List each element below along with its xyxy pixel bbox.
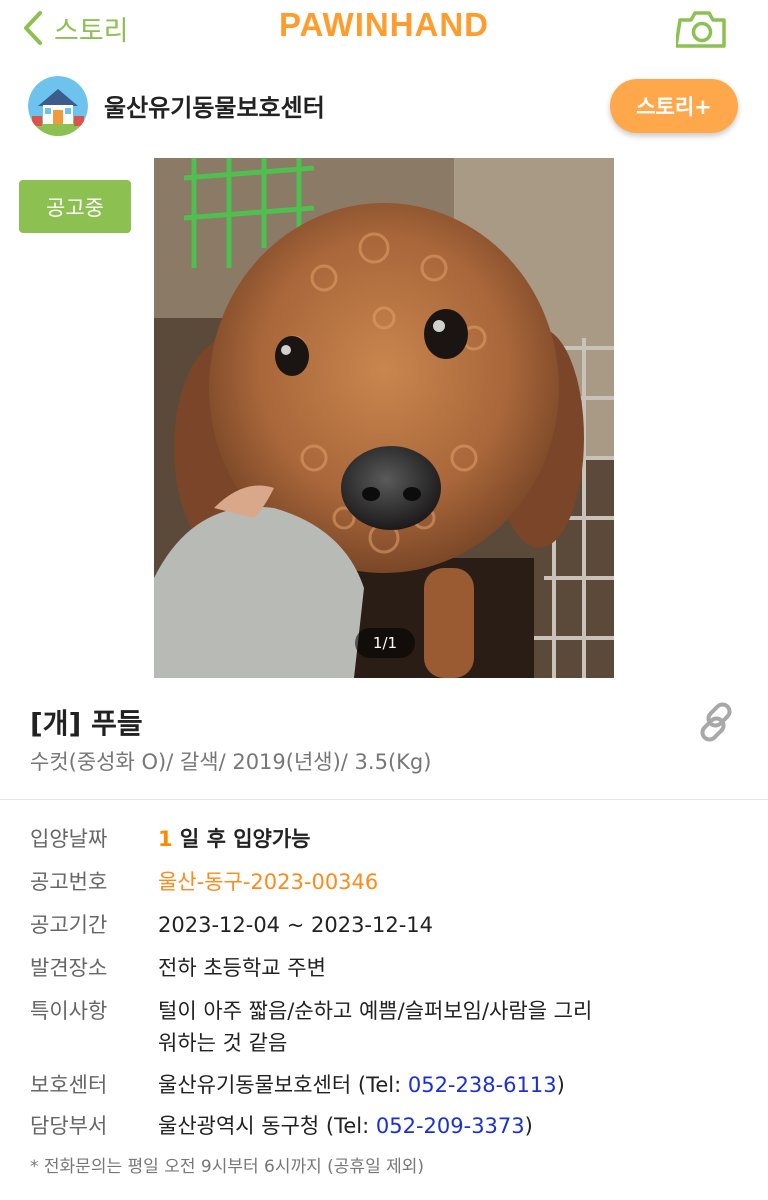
share-link-button[interactable] — [692, 698, 740, 746]
department-tel-close: ) — [524, 1114, 533, 1138]
link-icon — [700, 702, 732, 742]
info-label: 공고번호 — [30, 870, 108, 894]
animal-summary: 수컷(중성화 O)/ 갈색/ 2019(년생)/ 3.5(Kg) — [30, 750, 432, 774]
shelter-tel-link[interactable]: 052-238-6113 — [408, 1073, 557, 1097]
divider — [0, 799, 768, 800]
info-label: 보호센터 — [30, 1073, 108, 1097]
animal-photo[interactable]: 1/1 — [154, 158, 614, 678]
adoption-suffix: 일 후 입양가능 — [172, 827, 311, 851]
department-tel-link[interactable]: 052-209-3373 — [376, 1114, 525, 1138]
notice-period: 2023-12-04 ~ 2023-12-14 — [158, 913, 434, 937]
shelter-center: 울산유기동물보호센터 (Tel: 052-238-6113) — [158, 1069, 678, 1101]
info-label: 담당부서 — [30, 1114, 108, 1138]
info-label: 입양날짜 — [30, 827, 108, 851]
photo-counter: 1/1 — [355, 628, 415, 658]
remarks-line-1: 털이 아주 짧음/순하고 예쁨/슬퍼보임/사람을 그리 — [158, 999, 593, 1023]
poodle-photo — [154, 158, 614, 678]
notice-number: 울산-동구-2023-00346 — [158, 870, 379, 894]
status-badge: 공고중 — [19, 180, 131, 233]
shelter-name[interactable]: 울산유기동물보호센터 — [104, 88, 325, 123]
house-icon — [28, 76, 88, 136]
info-value: 1 일 후 입양가능 — [158, 823, 678, 855]
brand-logo: PAWINHAND — [278, 6, 490, 43]
shelter-avatar[interactable] — [28, 76, 88, 136]
info-label: 공고기간 — [30, 913, 108, 937]
shelter-tel-close: ) — [556, 1073, 565, 1097]
camera-icon — [674, 11, 726, 48]
shelter-center-name: 울산유기동물보호센터 (Tel: — [158, 1073, 408, 1097]
story-plus-button[interactable]: 스토리+ — [610, 79, 738, 133]
top-bar: 스토리 PAWINHAND — [0, 0, 768, 58]
info-label: 발견장소 — [30, 956, 108, 980]
department-name: 울산광역시 동구청 (Tel: — [158, 1114, 376, 1138]
found-place: 전하 초등학교 주변 — [158, 956, 326, 980]
camera-button[interactable] — [674, 8, 728, 50]
remarks-line-2: 워하는 것 같음 — [158, 1031, 288, 1055]
info-label: 특이사항 — [30, 999, 108, 1023]
animal-title: [개] 푸들 — [30, 707, 143, 740]
adoption-days: 1 — [158, 827, 173, 851]
remarks: 털이 아주 짧음/순하고 예쁨/슬퍼보임/사람을 그리 워하는 것 같음 — [158, 995, 678, 1059]
shelter-row: 울산유기동물보호센터 스토리+ — [0, 74, 768, 138]
footnote: * 전화문의는 평일 오전 9시부터 6시까지 (공휴일 제외) — [30, 1157, 425, 1177]
department: 울산광역시 동구청 (Tel: 052-209-3373) — [158, 1110, 678, 1142]
